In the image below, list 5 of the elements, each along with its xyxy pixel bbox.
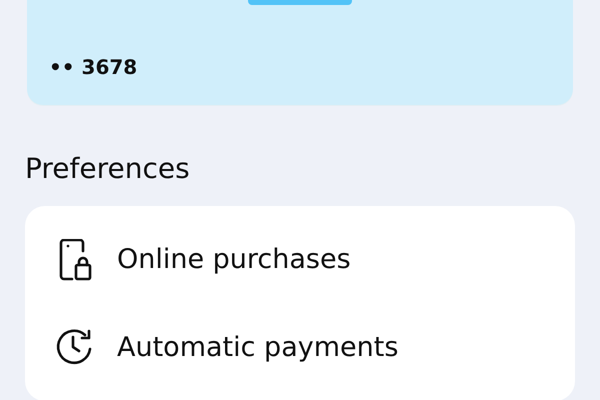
section-title: Preferences bbox=[25, 151, 191, 187]
card-number: •• 3678 bbox=[49, 55, 138, 79]
menu-item[interactable]: Online purchases bbox=[117, 244, 351, 276]
menu-item[interactable]: Automatic payments bbox=[117, 332, 398, 363]
action-button[interactable] bbox=[248, 0, 352, 5]
